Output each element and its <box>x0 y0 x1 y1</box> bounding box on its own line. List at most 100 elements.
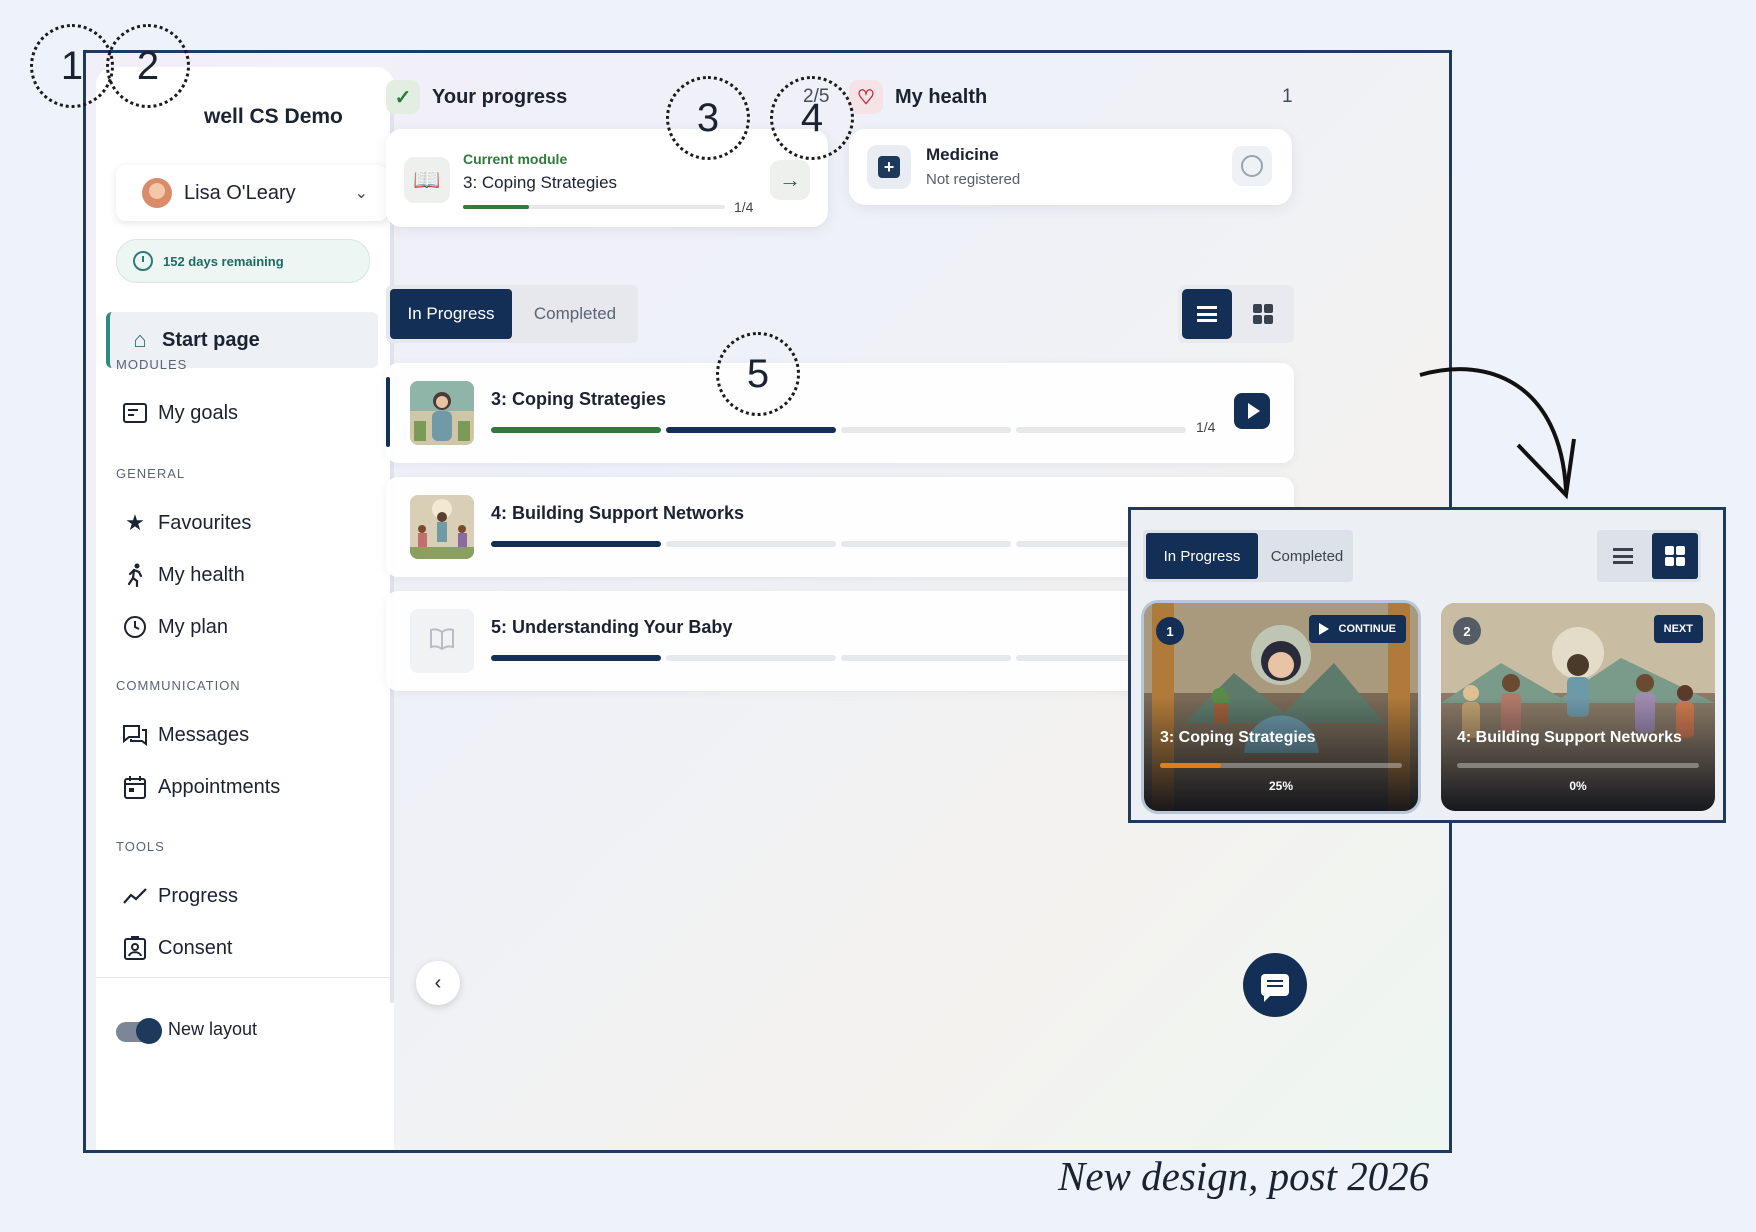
heart-icon: ♡ <box>849 80 883 114</box>
module-thumbnail <box>410 495 474 559</box>
tab-in-progress[interactable]: In Progress <box>1146 533 1258 579</box>
list-view-button[interactable] <box>1600 533 1646 579</box>
annotation-marker: 1 <box>30 24 114 108</box>
list-view-button[interactable] <box>1182 289 1232 339</box>
sidebar-item-label: Appointments <box>158 775 281 798</box>
sidebar-item-favourites[interactable]: ★ Favourites <box>122 505 251 541</box>
new-layout-toggle[interactable] <box>116 1018 162 1044</box>
caption: New design, post 2026 <box>1058 1153 1430 1199</box>
sidebar-item-progress[interactable]: Progress <box>122 878 238 914</box>
next-label: NEXT <box>1663 623 1693 635</box>
continue-label: CONTINUE <box>1338 623 1396 635</box>
medicine-checkbox[interactable] <box>1232 146 1272 186</box>
sidebar-item-label: My goals <box>158 401 239 424</box>
calendar-icon <box>122 774 148 800</box>
sidebar-item-label: My plan <box>158 615 229 638</box>
module-title: 4: Building Support Networks <box>491 503 745 523</box>
clock-icon <box>122 614 148 640</box>
module-tile[interactable]: 2 NEXT 4: Building Support Networks 0% <box>1441 603 1715 811</box>
user-name: Lisa O'Leary <box>184 181 296 204</box>
days-remaining-badge: 152 days remaining <box>116 239 370 283</box>
sidebar-item-label: Favourites <box>158 511 252 534</box>
book-placeholder-icon <box>429 627 455 655</box>
medicine-card[interactable]: + Medicine Not registered <box>849 129 1292 205</box>
annotation-marker: 3 <box>666 76 750 160</box>
sidebar-item-messages[interactable]: Messages <box>122 717 249 753</box>
sidebar-item-label: Messages <box>158 723 250 746</box>
annotation-marker: 2 <box>106 24 190 108</box>
play-icon <box>1318 623 1329 635</box>
grid-view-button[interactable] <box>1238 289 1288 339</box>
user-selector[interactable]: Lisa O'Leary ⌄ <box>116 165 388 221</box>
sidebar-item-label: My health <box>158 563 245 586</box>
tile-title: 4: Building Support Networks <box>1457 729 1682 746</box>
continue-badge[interactable]: CONTINUE <box>1308 615 1406 643</box>
consent-icon <box>122 935 148 961</box>
progress-fill <box>463 205 529 209</box>
home-icon: ⌂ <box>133 327 147 352</box>
section-heading-communication: COMMUNICATION <box>116 678 241 693</box>
tile-title: 3: Coping Strategies <box>1160 729 1316 746</box>
tile-percent: 25% <box>1268 779 1294 793</box>
progress-segment <box>666 427 836 433</box>
module-tile[interactable]: 1 CONTINUE 3: Coping Strategies 25% <box>1144 603 1418 811</box>
play-button[interactable] <box>1234 393 1270 429</box>
sidebar-item-appointments[interactable]: Appointments <box>122 769 280 805</box>
medicine-status: Not registered <box>926 171 1021 188</box>
progress-segment <box>666 541 836 547</box>
current-module-title: 3: Coping Strategies <box>463 173 618 192</box>
progress-segment <box>841 655 1011 661</box>
next-badge: NEXT <box>1653 615 1703 643</box>
progress-segment <box>491 655 661 661</box>
avatar <box>142 178 172 208</box>
sidebar-item-consent[interactable]: Consent <box>122 930 233 966</box>
progress-segment <box>841 427 1011 433</box>
preview-view-toggle <box>1597 530 1701 582</box>
sidebar-item-my-plan[interactable]: My plan <box>122 609 228 645</box>
health-count: 1 <box>1282 86 1293 107</box>
progress-segment <box>666 655 836 661</box>
section-heading-general: GENERAL <box>116 466 186 481</box>
curved-arrow-icon <box>1419 367 1576 500</box>
arrow-right-icon: → <box>779 167 801 192</box>
clock-icon <box>133 251 153 271</box>
collapse-sidebar-button[interactable]: ‹ <box>416 961 460 1005</box>
grid-view-button[interactable] <box>1652 533 1698 579</box>
section-heading-modules: MODULES <box>116 357 188 372</box>
progress-header: ✓ Your progress <box>386 80 567 114</box>
tile-progress-fill <box>1160 763 1221 768</box>
current-module-progress <box>463 205 725 209</box>
messages-icon <box>122 722 148 748</box>
progress-segment <box>841 541 1011 547</box>
continue-arrow-button[interactable]: → <box>770 160 810 200</box>
progress-title: Your progress <box>432 85 568 108</box>
chat-icon <box>1261 974 1289 1002</box>
current-module-card[interactable]: 📖 Current module 3: Coping Strategies 1/… <box>386 129 828 227</box>
progress-segment <box>1016 427 1186 433</box>
sidebar-item-my-goals[interactable]: My goals <box>122 395 238 431</box>
book-icon: 📖 <box>404 157 450 203</box>
chevron-left-icon: ‹ <box>434 971 442 994</box>
annotation-marker: 4 <box>770 76 854 160</box>
grid-view-preview: In Progress Completed 1 CONTINUE 3: Copi… <box>1128 507 1726 823</box>
tile-progress <box>1457 763 1699 768</box>
progress-segment <box>491 427 661 433</box>
sidebar-item-label: Start page <box>162 328 260 351</box>
current-module-fraction: 1/4 <box>734 199 754 215</box>
module-thumbnail <box>410 381 474 445</box>
medical-cross-icon: + <box>867 145 911 189</box>
list-icon <box>1197 306 1217 322</box>
tab-in-progress[interactable]: In Progress <box>390 289 512 339</box>
days-remaining-text: 152 days remaining <box>163 253 284 269</box>
sidebar-item-label: Progress <box>158 884 239 907</box>
star-icon: ★ <box>125 510 145 535</box>
module-thumbnail <box>410 609 474 673</box>
sidebar-item-my-health[interactable]: My health <box>122 557 245 593</box>
health-title: My health <box>895 85 988 108</box>
tile-number: 1 <box>1156 617 1184 645</box>
tab-completed[interactable]: Completed <box>516 289 634 339</box>
chat-button[interactable] <box>1243 953 1307 1017</box>
progress-segment <box>491 541 661 547</box>
tab-completed[interactable]: Completed <box>1261 533 1353 579</box>
module-row[interactable]: 3: Coping Strategies 1/4 <box>386 363 1294 463</box>
